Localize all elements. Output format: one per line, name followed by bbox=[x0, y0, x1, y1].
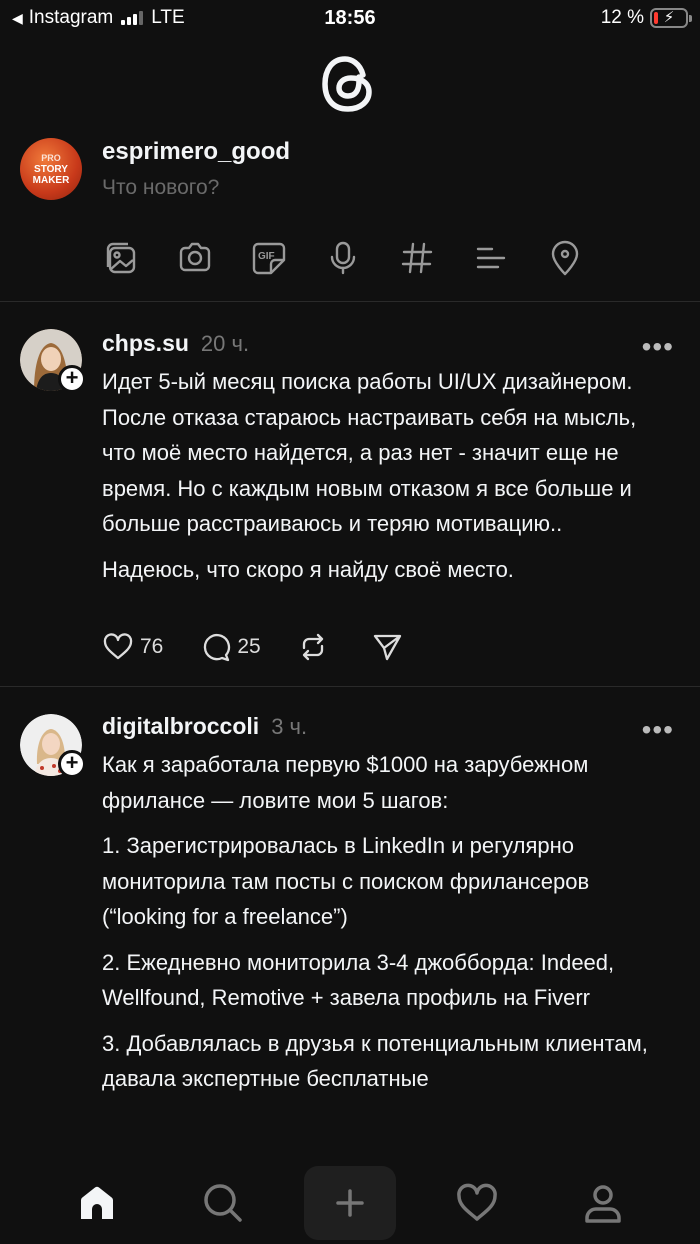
follow-plus-icon[interactable]: + bbox=[58, 365, 86, 393]
like-count: 76 bbox=[140, 635, 164, 658]
profile-icon bbox=[585, 1185, 621, 1223]
heart-icon bbox=[103, 633, 133, 660]
back-arrow-icon: ◀ bbox=[12, 9, 23, 26]
share-button[interactable] bbox=[371, 631, 409, 663]
repost-icon bbox=[302, 633, 323, 661]
image-icon[interactable] bbox=[102, 236, 176, 280]
post-paragraph: 3. Добавлялась в друзья к потенциальным … bbox=[102, 1030, 648, 1092]
post-paragraph: 1. Зарегистрировалась в LinkedIn и регул… bbox=[102, 833, 590, 929]
home-icon bbox=[81, 1186, 113, 1219]
post-header: chps.su 20 ч. bbox=[102, 330, 249, 357]
svg-text:GIF: GIF bbox=[258, 251, 275, 262]
post-username[interactable]: chps.su bbox=[102, 330, 189, 357]
more-options-icon[interactable]: ••• bbox=[642, 333, 674, 361]
post-text: Идет 5-ый месяц поиска работы UI/UX диза… bbox=[102, 364, 672, 597]
thread-post[interactable]: + chps.su 20 ч. ••• Идет 5-ый месяц поис… bbox=[0, 302, 700, 687]
post-paragraph: 2. Ежедневно мониторила 3-4 джобборда: I… bbox=[102, 949, 615, 1011]
post-text: Как я заработала первую $1000 на зарубеж… bbox=[102, 747, 672, 1162]
battery-percent: 12 % bbox=[600, 7, 644, 28]
gif-icon[interactable]: GIF bbox=[250, 236, 324, 280]
back-to-app[interactable]: ◀ Instagram LTE bbox=[12, 7, 185, 29]
nav-search[interactable] bbox=[177, 1166, 269, 1240]
repost-button[interactable] bbox=[297, 631, 335, 663]
nav-profile[interactable] bbox=[557, 1166, 649, 1240]
post-paragraph: Как я заработала первую $1000 на зарубеж… bbox=[102, 752, 589, 813]
battery-status: 12 % ⚡ bbox=[600, 7, 692, 29]
battery-icon: ⚡ bbox=[650, 8, 692, 28]
status-bar: ◀ Instagram LTE 18:56 12 % ⚡ bbox=[0, 0, 700, 36]
activity-heart-icon bbox=[457, 1183, 497, 1221]
follow-plus-icon[interactable]: + bbox=[58, 750, 86, 778]
comment-icon bbox=[204, 633, 231, 662]
camera-icon[interactable] bbox=[176, 236, 250, 280]
location-pin-icon[interactable] bbox=[546, 236, 620, 280]
new-thread-composer[interactable]: PRO STORY MAKER esprimero_good Что новог… bbox=[0, 130, 700, 302]
microphone-icon[interactable] bbox=[324, 236, 398, 280]
back-app-label: Instagram bbox=[28, 7, 114, 28]
thread-input[interactable]: Что нового? bbox=[102, 176, 219, 200]
send-icon bbox=[373, 634, 401, 661]
thread-post[interactable]: + digitalbroccoli 3 ч. ••• Как я заработ… bbox=[0, 687, 700, 1162]
avatar-text-2: STORY bbox=[34, 164, 68, 175]
list-icon[interactable] bbox=[472, 236, 546, 280]
reply-button[interactable]: 25 bbox=[199, 631, 261, 663]
avatar-text-1: PRO bbox=[41, 153, 61, 163]
avatar: PRO STORY MAKER bbox=[20, 138, 82, 200]
new-post-icon bbox=[336, 1189, 364, 1217]
post-actions: 76 25 bbox=[102, 631, 445, 663]
avatar-text-3: MAKER bbox=[32, 175, 70, 186]
composer-toolbar: GIF bbox=[102, 236, 620, 280]
bottom-navigation bbox=[0, 1162, 700, 1244]
post-header: digitalbroccoli 3 ч. bbox=[102, 713, 307, 740]
hashtag-icon[interactable] bbox=[398, 236, 472, 280]
more-options-icon[interactable]: ••• bbox=[642, 716, 674, 744]
nav-new-thread[interactable] bbox=[304, 1166, 396, 1240]
threads-logo-icon[interactable] bbox=[321, 55, 377, 113]
post-timestamp: 3 ч. bbox=[271, 714, 308, 739]
like-button[interactable]: 76 bbox=[102, 631, 163, 663]
post-timestamp: 20 ч. bbox=[200, 331, 250, 356]
post-username[interactable]: digitalbroccoli bbox=[102, 713, 259, 740]
nav-activity[interactable] bbox=[431, 1166, 523, 1240]
reply-count: 25 bbox=[237, 635, 261, 658]
search-icon bbox=[204, 1184, 242, 1222]
post-paragraph: Надеюсь, что скоро я найду своё место. bbox=[102, 556, 514, 582]
network-label: LTE bbox=[151, 7, 185, 28]
composer-username: esprimero_good bbox=[102, 138, 291, 165]
nav-home[interactable] bbox=[51, 1166, 143, 1240]
signal-icon bbox=[121, 11, 144, 25]
post-paragraph: Идет 5-ый месяц поиска работы UI/UX диза… bbox=[102, 369, 637, 536]
